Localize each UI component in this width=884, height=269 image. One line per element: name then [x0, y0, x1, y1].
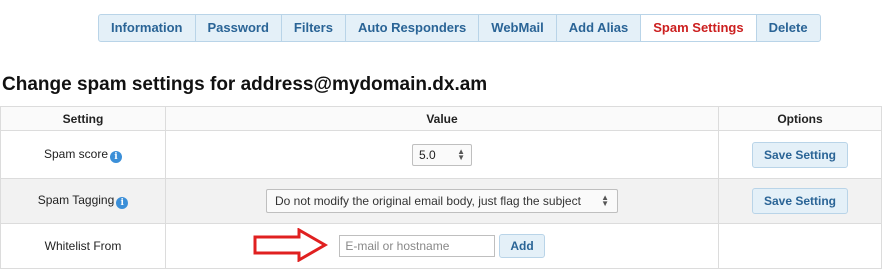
table-row-whitelist: Whitelist From Add	[0, 223, 882, 269]
spam-tagging-selected: Do not modify the original email body, j…	[275, 194, 581, 208]
spam-tagging-select[interactable]: Do not modify the original email body, j…	[266, 189, 618, 213]
spam-score-value: 5.0	[419, 147, 436, 162]
tab-bar: Information Password Filters Auto Respon…	[98, 14, 821, 42]
save-spam-tagging-button[interactable]: Save Setting	[751, 188, 849, 214]
header-value: Value	[165, 106, 719, 131]
tab-add-alias[interactable]: Add Alias	[555, 14, 642, 42]
header-options: Options	[718, 106, 882, 131]
spam-tagging-label: Spam Tagging	[37, 193, 115, 207]
tab-filters[interactable]: Filters	[280, 14, 346, 42]
spam-settings-table: Setting Value Options Spam score i 5.0 ▲ ▼…	[0, 106, 882, 269]
table-row-spam-score: Spam score i 5.0 ▲ ▼ Save Setting	[0, 130, 882, 179]
whitelist-label: Whitelist From	[44, 239, 122, 253]
spam-score-options-cell: Save Setting	[718, 130, 882, 179]
tab-webmail[interactable]: WebMail	[478, 14, 557, 42]
spam-tagging-options-cell: Save Setting	[718, 178, 882, 224]
tab-spam-settings[interactable]: Spam Settings	[640, 14, 757, 42]
whitelist-form: Add	[339, 234, 545, 258]
save-spam-score-button[interactable]: Save Setting	[751, 141, 849, 168]
tab-delete[interactable]: Delete	[755, 14, 821, 42]
table-row-spam-tagging: Spam Tagging i Do not modify the original…	[0, 178, 882, 224]
stepper-arrows-icon[interactable]: ▲ ▼	[457, 147, 465, 161]
spam-tagging-value-cell: Do not modify the original email body, j…	[165, 178, 719, 224]
spam-score-value-cell: 5.0 ▲ ▼	[165, 130, 719, 179]
info-icon[interactable]: i	[116, 197, 129, 209]
whitelist-input[interactable]	[339, 235, 496, 257]
spam-score-label-cell: Spam score i	[0, 130, 166, 179]
select-arrows-icon: ▲ ▼	[601, 193, 609, 208]
table-header-row: Setting Value Options	[0, 106, 882, 131]
red-arrow-annotation-icon	[253, 228, 329, 262]
spam-tagging-label-cell: Spam Tagging i	[0, 178, 166, 224]
tab-information[interactable]: Information	[98, 14, 196, 42]
page-title: Change spam settings for address@mydomai…	[2, 74, 488, 95]
spam-score-stepper[interactable]: 5.0 ▲ ▼	[412, 143, 472, 166]
whitelist-value-cell: Add	[165, 223, 719, 269]
header-setting: Setting	[0, 106, 166, 131]
whitelist-options-cell	[718, 223, 882, 269]
whitelist-add-button[interactable]: Add	[499, 234, 545, 258]
tab-password[interactable]: Password	[194, 14, 282, 42]
tab-auto-responders[interactable]: Auto Responders	[344, 14, 480, 42]
spam-score-label: Spam score	[43, 146, 109, 161]
info-icon[interactable]: i	[110, 150, 123, 163]
whitelist-label-cell: Whitelist From	[0, 223, 166, 269]
